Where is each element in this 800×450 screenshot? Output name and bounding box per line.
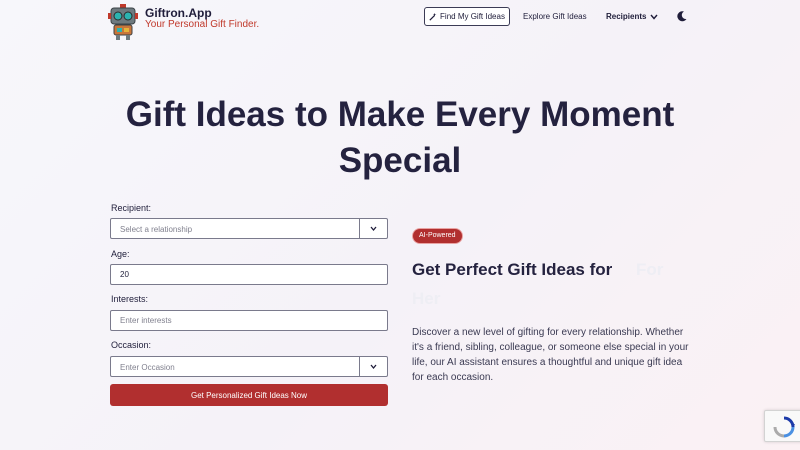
occasion-select[interactable]: Enter Occasion <box>110 356 388 377</box>
recaptcha-badge[interactable] <box>764 410 800 442</box>
brand-name[interactable]: Giftron.App <box>145 6 212 20</box>
recaptcha-icon <box>773 416 795 438</box>
recipients-label: Recipients <box>606 12 647 21</box>
recipient-select[interactable]: Select a relationship <box>110 218 388 239</box>
promo-headline: Get Perfect Gift Ideas for <box>412 260 613 279</box>
site-header: Giftron.App Your Personal Gift Finder. F… <box>0 0 800 40</box>
page-title: Gift Ideas to Make Every Moment Special <box>0 92 800 184</box>
chevron-down-icon[interactable] <box>369 224 378 233</box>
find-my-gift-ideas-button[interactable]: Find My Gift Ideas <box>424 7 510 26</box>
chevron-down-icon <box>650 14 659 20</box>
occasion-label: Occasion: <box>111 340 152 350</box>
moon-icon[interactable] <box>676 10 688 22</box>
interests-input[interactable] <box>110 310 388 331</box>
promo-headline-fading-word: Her <box>412 289 441 308</box>
select-divider <box>359 357 360 376</box>
magic-wand-icon <box>429 12 437 21</box>
select-divider <box>359 219 360 238</box>
brand-tagline: Your Personal Gift Finder. <box>145 19 260 30</box>
page-title-line2: Special <box>338 141 462 180</box>
recipient-label: Recipient: <box>111 203 152 213</box>
ai-powered-badge: AI-Powered <box>413 229 462 243</box>
occasion-select-placeholder: Enter Occasion <box>120 363 175 372</box>
robot-logo-icon[interactable] <box>108 4 138 40</box>
recipients-dropdown[interactable]: Recipients <box>606 12 659 21</box>
age-input[interactable] <box>110 264 388 285</box>
find-my-gift-ideas-label: Find My Gift Ideas <box>440 12 505 21</box>
page-title-line1: Gift Ideas to Make Every Moment <box>125 95 675 134</box>
promo-headline-fading-word: For <box>636 260 664 279</box>
interests-label: Interests: <box>111 294 149 304</box>
age-label: Age: <box>111 249 130 259</box>
explore-gift-ideas-link[interactable]: Explore Gift Ideas <box>523 12 587 21</box>
get-gift-ideas-button[interactable]: Get Personalized Gift Ideas Now <box>110 384 388 406</box>
promo-description: Discover a new level of gifting for ever… <box>412 327 689 383</box>
recipient-select-placeholder: Select a relationship <box>120 225 193 234</box>
chevron-down-icon[interactable] <box>369 362 378 371</box>
